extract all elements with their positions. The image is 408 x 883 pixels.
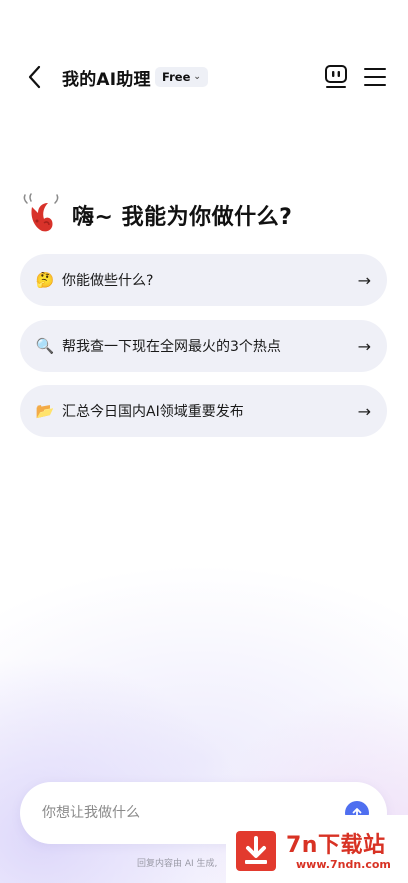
watermark-url: www.7ndn.com	[296, 858, 391, 871]
magnifier-icon: 🔍	[35, 337, 55, 355]
background-gradient	[0, 0, 408, 883]
arrow-right-icon: →	[357, 336, 371, 356]
chevron-down-icon: ⌄	[193, 72, 201, 82]
suggestion-card[interactable]: 🤔 你能做些什么? →	[20, 254, 387, 306]
watermark: 7n下载站 www.7ndn.com	[226, 815, 408, 883]
hamburger-menu-icon	[364, 68, 386, 86]
arrow-right-icon: →	[357, 270, 371, 290]
page-title: 我的AI助理	[62, 70, 151, 90]
folder-icon: 📂	[35, 402, 55, 420]
lobster-claw-icon	[23, 193, 59, 232]
back-button[interactable]	[22, 62, 48, 92]
greeting-text: 嗨~ 我能为你做什么?	[72, 205, 293, 230]
top-bar: 我的AI助理 Free ⌄	[0, 52, 408, 102]
arrow-right-icon: →	[357, 401, 371, 421]
suggestion-label: 你能做些什么?	[62, 273, 154, 289]
menu-button[interactable]	[364, 66, 386, 88]
download-logo-icon	[236, 831, 276, 871]
assistant-button[interactable]	[324, 64, 348, 90]
suggestion-card[interactable]: 🔍 帮我查一下现在全网最火的3个热点 →	[20, 320, 387, 372]
plan-selector[interactable]: Free ⌄	[155, 67, 208, 87]
plan-badge-label: Free	[162, 70, 191, 84]
robot-icon	[325, 65, 347, 88]
thinking-face-icon: 🤔	[35, 271, 55, 289]
watermark-title: 7n下载站	[286, 833, 386, 858]
chevron-left-icon	[28, 65, 41, 89]
greeting: 嗨~ 我能为你做什么?	[20, 190, 400, 240]
suggestion-card[interactable]: 📂 汇总今日国内AI领域重要发布 →	[20, 385, 387, 437]
ai-disclaimer: 回复内容由 AI 生成,	[137, 859, 218, 869]
suggestion-label: 汇总今日国内AI领域重要发布	[62, 404, 244, 420]
suggestion-label: 帮我查一下现在全网最火的3个热点	[62, 339, 281, 355]
